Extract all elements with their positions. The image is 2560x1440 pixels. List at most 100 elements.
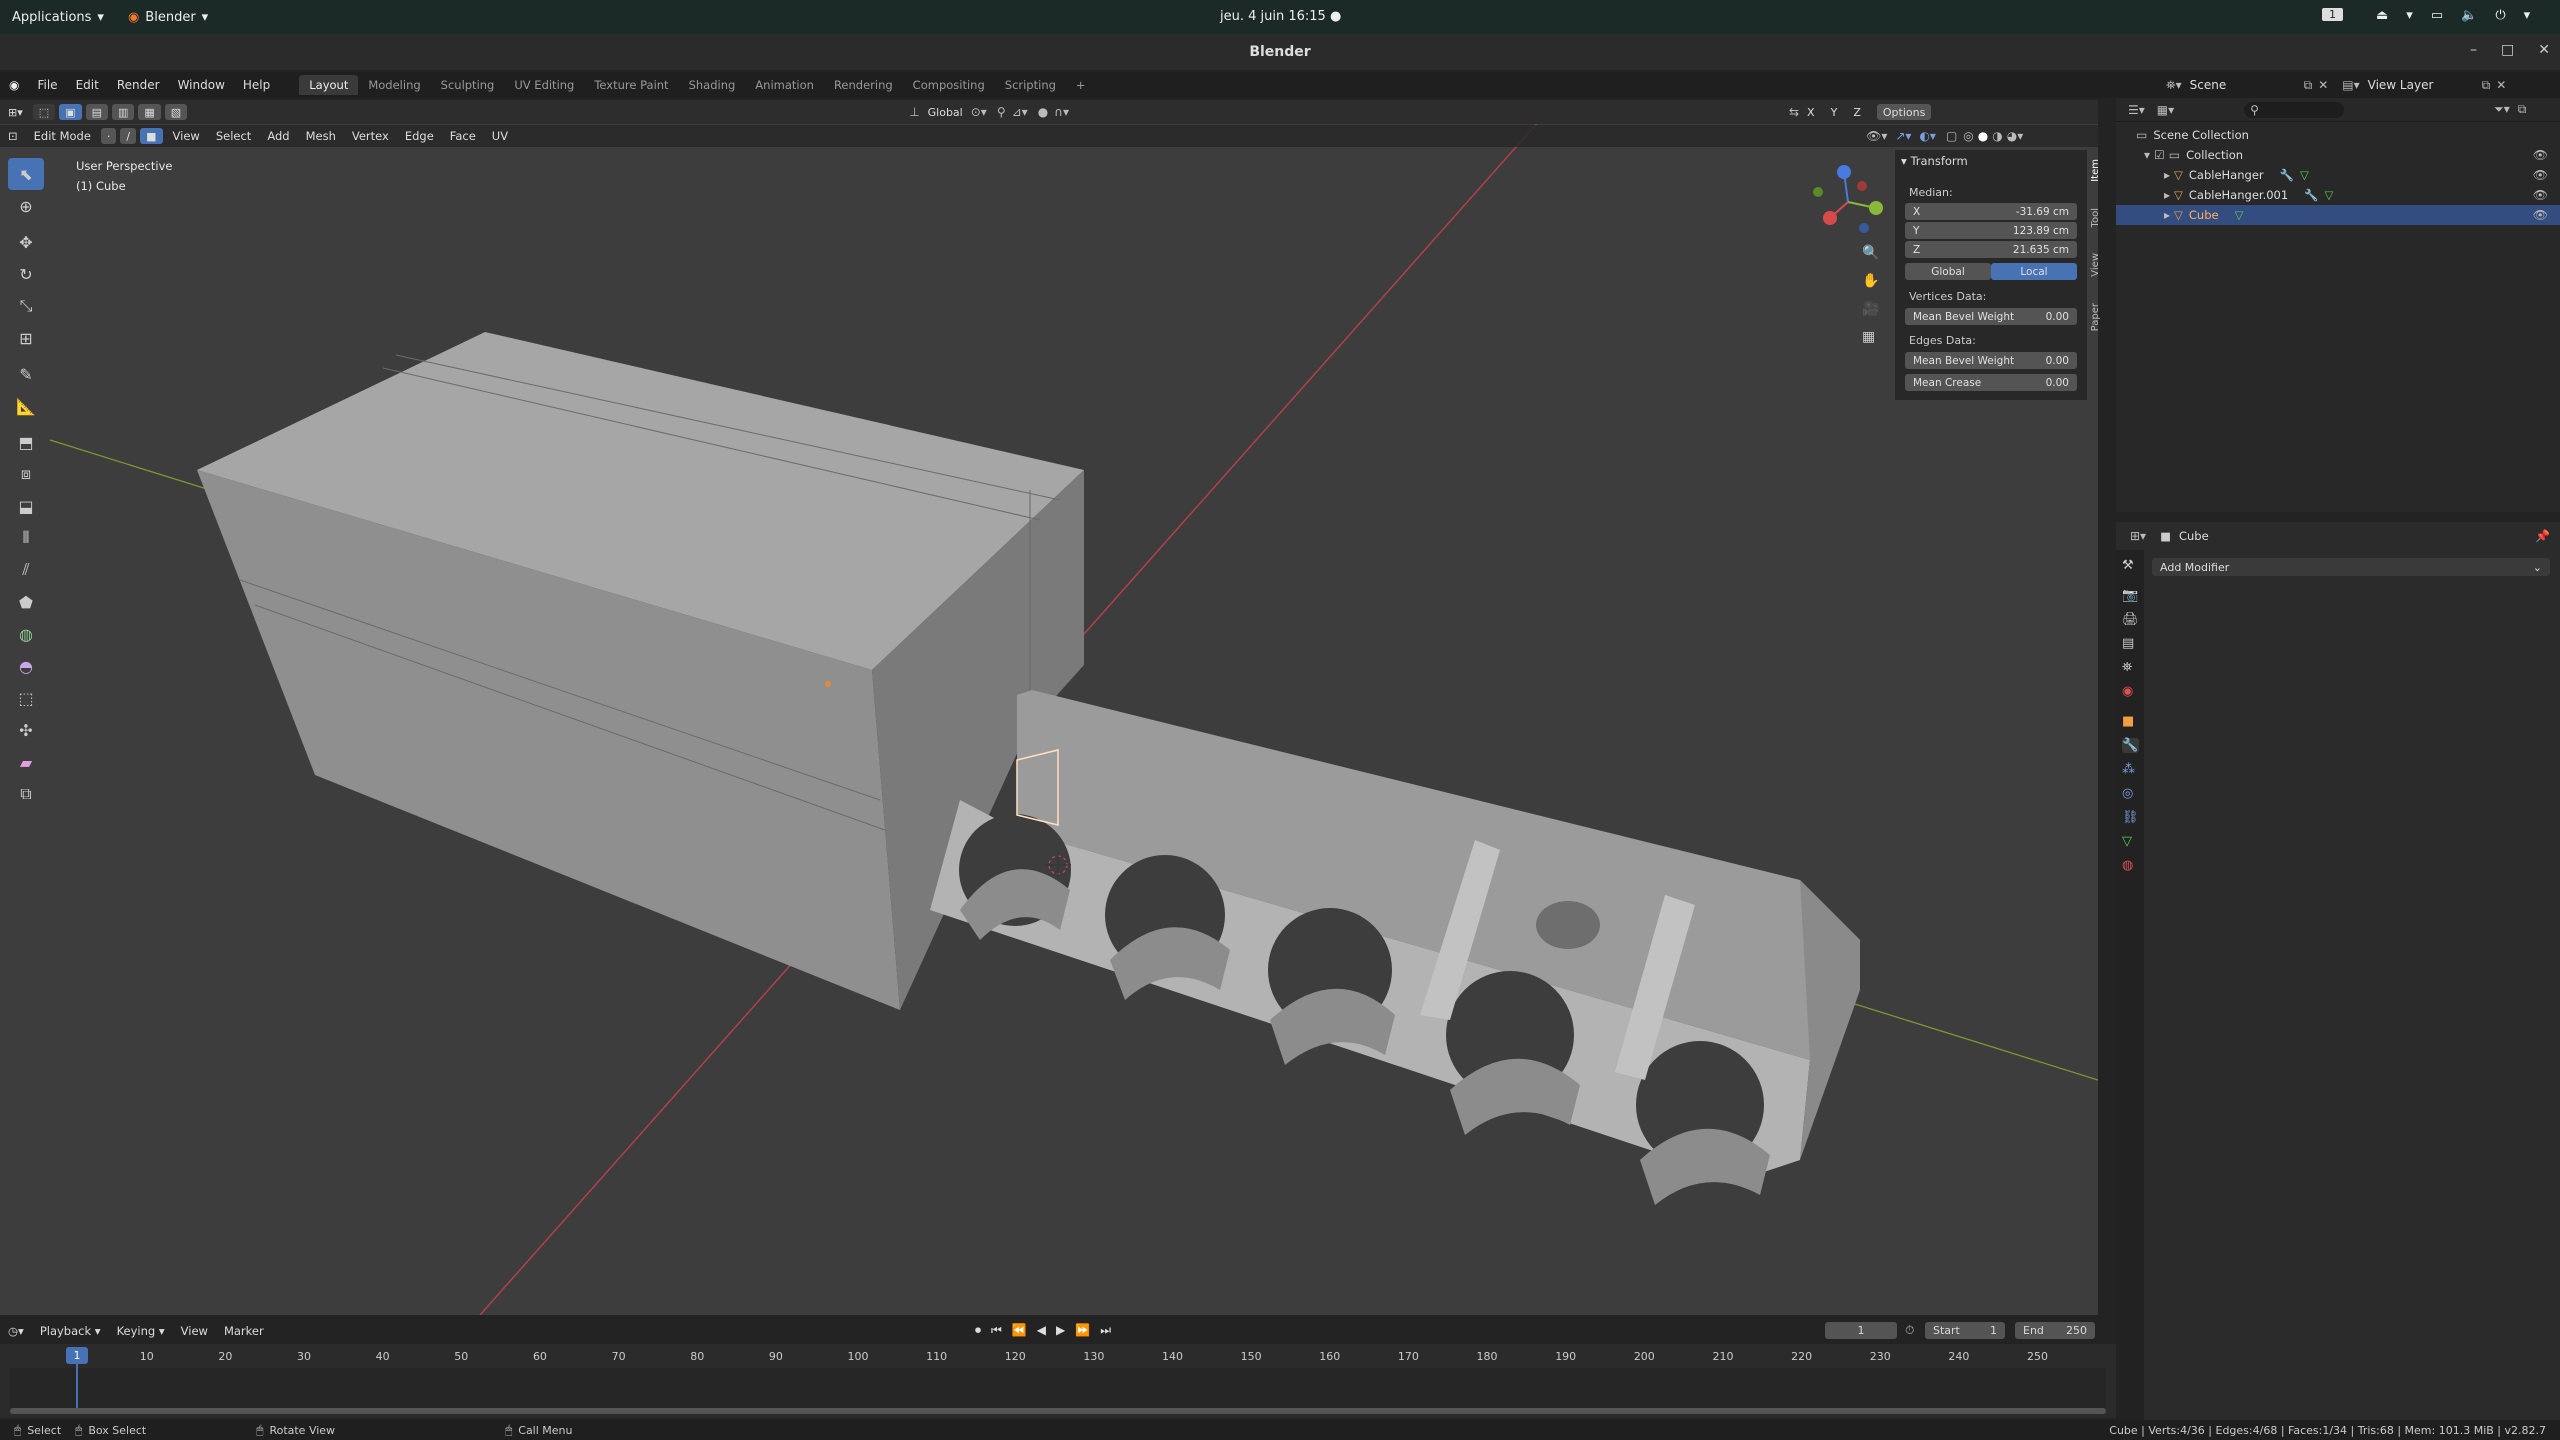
menu-marker[interactable]: Marker <box>216 1322 272 1340</box>
tab-layout[interactable]: Layout <box>299 75 359 95</box>
face-select-icon[interactable]: ■ <box>140 128 163 144</box>
options-dropdown[interactable]: Options <box>1876 104 1932 120</box>
outliner-object-row-selected[interactable]: ▸ ▽ Cube ▽ 👁 <box>2116 205 2560 225</box>
mean-crease-field[interactable]: Mean Crease 0.00 <box>1905 374 2077 391</box>
expand-icon[interactable]: ▾ <box>2144 148 2150 162</box>
menu-playback[interactable]: Playback ▾ <box>32 1322 109 1340</box>
extrude-icon[interactable]: ⬒ <box>8 426 44 458</box>
properties-editor-icon[interactable]: ⊞▾ <box>2130 529 2146 543</box>
checkbox-icon[interactable]: ☑ <box>2154 148 2165 162</box>
timeline-editor-icon[interactable]: ◷▾ <box>0 1322 32 1340</box>
tab-item[interactable]: Item <box>2090 155 2106 186</box>
smooth-icon[interactable]: ◓ <box>8 650 44 682</box>
wireframe-shading-icon[interactable]: ◎ <box>1963 129 1973 143</box>
tab-scripting[interactable]: Scripting <box>995 75 1066 95</box>
filter-icon[interactable]: ⏷▾ <box>2494 102 2510 117</box>
new-collection-icon[interactable]: ⧉ <box>2518 102 2527 117</box>
next-key-icon[interactable]: ⏩ <box>1075 1323 1090 1338</box>
play-reverse-icon[interactable]: ◀ <box>1037 1323 1046 1338</box>
current-frame-field[interactable]: 1 <box>1825 1322 1897 1339</box>
solid-shading-icon[interactable]: ● <box>1978 129 1988 143</box>
menu-help[interactable]: Help <box>234 78 279 92</box>
select-mode-subtract-icon[interactable]: ▥ <box>111 104 135 120</box>
median-y-field[interactable]: Y 123.89 cm <box>1905 222 2077 239</box>
measure-icon[interactable]: 📐 <box>8 390 44 422</box>
transform-icon[interactable]: ⊞ <box>8 322 44 354</box>
tool-tab-icon[interactable]: ⚒ <box>2122 558 2139 573</box>
timeline-scrollbar[interactable] <box>10 1408 2106 1414</box>
applications-menu[interactable]: Applications ▾ <box>0 0 116 34</box>
snap-icon[interactable]: ⚲ <box>997 105 1006 119</box>
record-icon[interactable]: ⏺ <box>975 1323 981 1338</box>
select-tool-icon[interactable]: ⬚ <box>32 104 56 120</box>
tab-sculpting[interactable]: Sculpting <box>431 75 505 95</box>
proportional-edit-icon[interactable]: ● <box>1038 105 1048 119</box>
edge-slide-icon[interactable]: ⬚ <box>8 682 44 714</box>
object-tab-icon[interactable]: ■ <box>2122 714 2139 729</box>
eject-icon[interactable]: ⏏ <box>2376 8 2388 23</box>
menu-select[interactable]: Select <box>208 127 259 145</box>
median-z-field[interactable]: Z 21.635 cm <box>1905 241 2077 258</box>
select-mode-invert-icon[interactable]: ▦ <box>138 104 161 120</box>
scale-icon[interactable]: ⤡ <box>8 290 44 322</box>
playhead-line[interactable] <box>76 1356 78 1412</box>
pan-hand-icon[interactable]: ✋ <box>1862 273 1879 289</box>
material-tab-icon[interactable]: ◍ <box>2122 858 2139 873</box>
eye-icon[interactable]: 👁 <box>2533 148 2548 162</box>
navigation-gizmo[interactable] <box>1808 162 1888 242</box>
edge-select-icon[interactable]: / <box>120 128 137 144</box>
add-workspace-button[interactable]: + <box>1066 75 1096 95</box>
menu-add[interactable]: Add <box>259 127 297 145</box>
local-toggle[interactable]: Local <box>1991 263 2077 280</box>
tab-tool[interactable]: Tool <box>2090 204 2106 231</box>
tab-texture-paint[interactable]: Texture Paint <box>584 75 678 95</box>
chevron-down-icon[interactable]: ▾ <box>2406 8 2413 23</box>
display-mode-icon[interactable]: ▦▾ <box>2157 103 2174 117</box>
menu-edge[interactable]: Edge <box>397 127 442 145</box>
stopwatch-icon[interactable]: ⏱ <box>1905 1323 1914 1338</box>
menu-view[interactable]: View <box>165 127 208 145</box>
tab-compositing[interactable]: Compositing <box>903 75 995 95</box>
workspace-indicator[interactable]: 1 <box>2322 8 2343 21</box>
data-tab-icon[interactable]: ▽ <box>2122 834 2139 849</box>
poly-build-icon[interactable]: ⬟ <box>8 586 44 618</box>
select-box-icon[interactable]: ⬉ <box>8 158 44 190</box>
loop-cut-icon[interactable]: ⫴ <box>8 522 44 554</box>
move-icon[interactable]: ✥ <box>8 226 44 258</box>
bevel-icon[interactable]: ⬓ <box>8 490 44 522</box>
blender-menu-icon[interactable]: ◉ <box>0 78 28 92</box>
mode-dropdown[interactable]: Edit Mode <box>26 127 99 145</box>
view-layer-selector[interactable]: View Layer <box>2368 78 2478 92</box>
eye-icon[interactable]: 👁 <box>2533 188 2548 202</box>
xray-icon[interactable]: ▢ <box>1946 129 1957 143</box>
shrink-fatten-icon[interactable]: ✣ <box>8 714 44 746</box>
camera-icon[interactable]: 🎥 <box>1862 301 1879 317</box>
global-toggle[interactable]: Global <box>1905 263 1991 280</box>
menu-view[interactable]: View <box>173 1322 216 1340</box>
menu-file[interactable]: File <box>28 78 66 92</box>
menu-edit[interactable]: Edit <box>67 78 108 92</box>
close-icon[interactable]: ✕ <box>2538 42 2550 58</box>
visibility-icon[interactable]: 👁▾ <box>1866 129 1887 143</box>
rotate-icon[interactable]: ↻ <box>8 258 44 290</box>
edge-bevel-weight-field[interactable]: Mean Bevel Weight 0.00 <box>1905 352 2077 369</box>
particles-tab-icon[interactable]: ⁂ <box>2122 762 2139 777</box>
menu-window[interactable]: Window <box>169 78 234 92</box>
select-mode-intersect-icon[interactable]: ▧ <box>164 104 188 120</box>
blender-app-menu[interactable]: ◉ Blender ▾ <box>116 0 220 34</box>
collection-row[interactable]: ▾ ☑ ▭ Collection 👁 <box>2116 145 2560 165</box>
expand-icon[interactable]: ▸ <box>2164 208 2170 222</box>
ortho-grid-icon[interactable]: ▦ <box>1862 329 1879 345</box>
jump-start-icon[interactable]: ⏮ <box>991 1323 1002 1338</box>
outliner-object-row[interactable]: ▸ ▽ CableHanger 🔧 ▽ 👁 <box>2116 165 2560 185</box>
orientation-dropdown[interactable]: Global <box>920 104 971 121</box>
delete-view-layer-icon[interactable]: ✕ <box>2496 78 2506 92</box>
overlay-icon[interactable]: ◐▾ <box>1919 129 1936 143</box>
axis-x-toggle[interactable]: X <box>1799 104 1823 121</box>
view-layer-tab-icon[interactable]: ▤ <box>2122 636 2139 651</box>
modifier-tab-icon[interactable]: 🔧 <box>2122 738 2139 753</box>
end-frame-field[interactable]: End 250 <box>2015 1322 2095 1339</box>
snap-target-icon[interactable]: ⊿▾ <box>1012 105 1028 119</box>
playhead-frame-label[interactable]: 1 <box>66 1347 88 1364</box>
select-mode-set-icon[interactable]: ▣ <box>59 104 82 120</box>
